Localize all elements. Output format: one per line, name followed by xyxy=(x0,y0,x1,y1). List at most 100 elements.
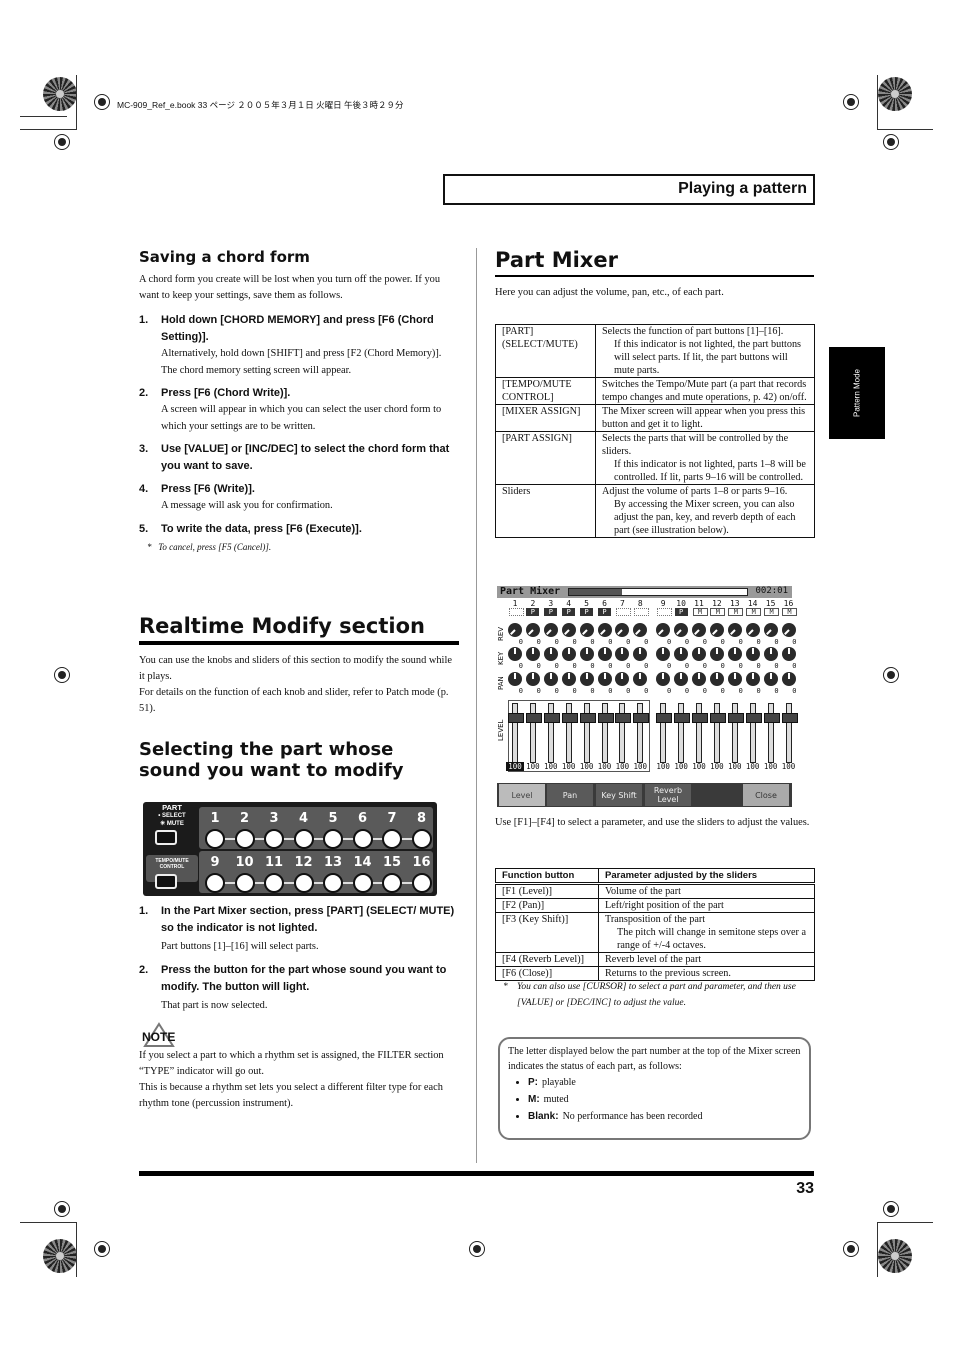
level-slider-handle[interactable] xyxy=(633,713,650,723)
level-slider-handle[interactable] xyxy=(674,713,691,723)
level-slider-handle[interactable] xyxy=(781,713,798,723)
part-button-7[interactable] xyxy=(382,829,402,849)
level-slider-track[interactable] xyxy=(583,703,590,763)
rev-knob[interactable] xyxy=(597,623,612,637)
part-button-1[interactable] xyxy=(205,829,225,849)
level-slider-handle[interactable] xyxy=(656,713,673,723)
part-button-10[interactable] xyxy=(234,873,255,893)
part-button-16[interactable] xyxy=(411,873,432,893)
pan-knob[interactable] xyxy=(579,672,594,686)
pan-knob[interactable] xyxy=(727,672,742,686)
key-knob[interactable] xyxy=(692,647,706,661)
part-button-5[interactable] xyxy=(323,829,343,849)
level-slider-track[interactable] xyxy=(547,703,554,763)
part-button-3[interactable] xyxy=(264,829,284,849)
pan-knob[interactable] xyxy=(508,672,522,686)
part-button-4[interactable] xyxy=(293,829,314,849)
rev-knob[interactable] xyxy=(508,623,522,637)
level-slider-track[interactable] xyxy=(512,703,518,763)
pan-knob[interactable] xyxy=(561,672,576,686)
pan-knob[interactable] xyxy=(656,672,671,686)
level-slider-handle[interactable] xyxy=(525,713,542,723)
level-slider-track[interactable] xyxy=(749,703,756,763)
level-slider-track[interactable] xyxy=(731,703,738,763)
level-slider-track[interactable] xyxy=(601,703,608,763)
pan-knob[interactable] xyxy=(709,672,724,686)
level-slider-track[interactable] xyxy=(696,703,702,763)
level-slider-handle[interactable] xyxy=(727,713,744,723)
key-knob[interactable] xyxy=(597,647,612,661)
pan-knob[interactable] xyxy=(633,672,648,686)
tab-key-shift[interactable]: Key Shift xyxy=(596,784,642,806)
tab-level[interactable]: Level xyxy=(499,784,545,806)
level-slider-track[interactable] xyxy=(713,703,720,763)
level-slider-track[interactable] xyxy=(785,703,792,763)
pan-knob[interactable] xyxy=(543,672,558,686)
key-knob[interactable] xyxy=(745,647,760,661)
pan-knob[interactable] xyxy=(763,672,778,686)
rev-knob[interactable] xyxy=(656,623,671,637)
key-knob[interactable] xyxy=(656,647,671,661)
rev-knob[interactable] xyxy=(579,623,594,637)
key-knob[interactable] xyxy=(674,647,689,661)
rev-knob[interactable] xyxy=(674,623,689,637)
level-slider-handle[interactable] xyxy=(763,713,780,723)
rev-knob[interactable] xyxy=(543,623,558,637)
tab-pan[interactable]: Pan xyxy=(547,784,593,806)
key-knob[interactable] xyxy=(561,647,576,661)
pan-knob[interactable] xyxy=(781,672,796,686)
pan-knob[interactable] xyxy=(692,672,706,686)
level-slider-track[interactable] xyxy=(660,703,667,763)
level-slider-track[interactable] xyxy=(529,703,536,763)
level-slider-handle[interactable] xyxy=(615,713,632,723)
level-slider-handle[interactable] xyxy=(709,713,726,723)
pan-knob[interactable] xyxy=(745,672,760,686)
rev-knob[interactable] xyxy=(633,623,648,637)
key-knob[interactable] xyxy=(633,647,648,661)
pan-knob[interactable] xyxy=(615,672,630,686)
part-button-12[interactable] xyxy=(293,873,314,893)
rev-knob[interactable] xyxy=(525,623,540,637)
rev-knob[interactable] xyxy=(745,623,760,637)
level-slider-handle[interactable] xyxy=(692,713,708,723)
key-knob[interactable] xyxy=(727,647,742,661)
pan-knob[interactable] xyxy=(597,672,612,686)
part-button-13[interactable] xyxy=(323,873,343,893)
pan-knob[interactable] xyxy=(674,672,689,686)
key-knob[interactable] xyxy=(579,647,594,661)
level-slider-handle[interactable] xyxy=(543,713,560,723)
part-button-9[interactable] xyxy=(205,873,225,893)
rev-knob[interactable] xyxy=(727,623,742,637)
rev-knob[interactable] xyxy=(692,623,706,637)
part-button-6[interactable] xyxy=(352,829,373,849)
key-knob[interactable] xyxy=(709,647,724,661)
rev-knob[interactable] xyxy=(561,623,576,637)
key-knob[interactable] xyxy=(615,647,630,661)
rev-knob[interactable] xyxy=(763,623,778,637)
level-slider-track[interactable] xyxy=(767,703,774,763)
level-slider-handle[interactable] xyxy=(745,713,762,723)
level-slider-handle[interactable] xyxy=(561,713,578,723)
level-slider-handle[interactable] xyxy=(579,713,596,723)
pan-knob[interactable] xyxy=(525,672,540,686)
key-knob[interactable] xyxy=(525,647,540,661)
level-slider-track[interactable] xyxy=(678,703,685,763)
tab-reverb-level[interactable]: Reverb Level xyxy=(645,784,691,806)
level-slider-handle[interactable] xyxy=(508,713,524,723)
key-knob[interactable] xyxy=(781,647,796,661)
level-slider-track[interactable] xyxy=(637,703,644,763)
part-button-15[interactable] xyxy=(382,873,402,893)
level-slider-track[interactable] xyxy=(619,703,626,763)
key-knob[interactable] xyxy=(543,647,558,661)
close-button[interactable]: Close xyxy=(743,784,789,806)
part-select-mute-button[interactable] xyxy=(155,830,177,845)
rev-knob[interactable] xyxy=(709,623,724,637)
part-button-14[interactable] xyxy=(352,873,373,893)
level-slider-track[interactable] xyxy=(565,703,572,763)
level-slider-handle[interactable] xyxy=(597,713,614,723)
key-knob[interactable] xyxy=(763,647,778,661)
part-button-11[interactable] xyxy=(264,873,284,893)
tempo-mute-control-button[interactable] xyxy=(155,874,177,889)
rev-knob[interactable] xyxy=(615,623,630,637)
rev-knob[interactable] xyxy=(781,623,796,637)
